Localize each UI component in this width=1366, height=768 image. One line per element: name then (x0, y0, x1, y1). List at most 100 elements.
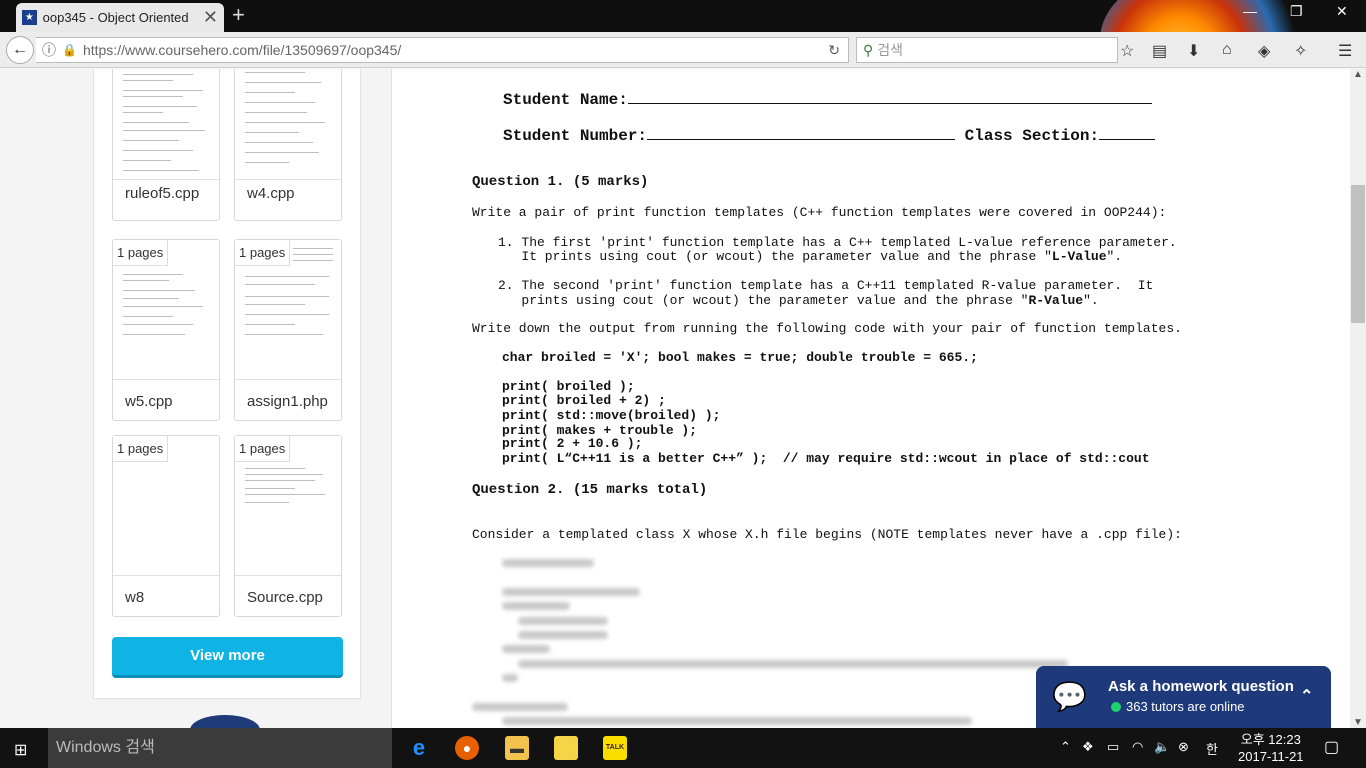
page-content: ruleof5.cpp w4.cpp 1 pages w5.cpp 1 page… (0, 69, 1350, 728)
scroll-down-icon[interactable]: ▼ (1353, 717, 1363, 728)
blank-line (627, 90, 1152, 104)
url-text: https://www.coursehero.com/file/13509697… (82, 42, 402, 58)
edge-browser-icon[interactable]: e (407, 736, 431, 760)
sticky-notes-icon[interactable] (554, 736, 578, 760)
online-status-dot (1111, 702, 1121, 712)
question-2-intro: Consider a templated class X whose X.h f… (472, 527, 1182, 542)
doc-card-w8[interactable]: 1 pages w8 (112, 435, 220, 617)
download-icon[interactable]: ⬇ (1187, 41, 1200, 61)
code-line: print( 2 + 10.6 ); (502, 436, 643, 451)
lock-icon: 🔒 (62, 43, 77, 57)
search-icon: ⚲ (863, 41, 874, 58)
doc-name: w5.cpp (125, 393, 173, 410)
write-down-instruction: Write down the output from running the f… (472, 321, 1182, 336)
item-1-line-2: It prints using cout (or wcout) the para… (498, 250, 1122, 264)
question-1-heading: Question 1. (5 marks) (472, 174, 649, 190)
page-count-badge: 1 pages (113, 436, 169, 462)
doc-name: ruleof5.cpp (125, 185, 200, 202)
extension-icon[interactable]: ✧ (1294, 41, 1307, 61)
item-2-line-1: 2. The second 'print' function template … (498, 278, 1154, 293)
doc-card-w5[interactable]: 1 pages w5.cpp (112, 239, 220, 421)
firefox-icon[interactable]: ● (455, 736, 479, 760)
new-tab-icon[interactable]: + (232, 2, 245, 28)
search-placeholder: 검색 (877, 42, 904, 58)
code-line: print( broiled ); (502, 379, 635, 394)
windows-start-icon[interactable]: ⊞ (14, 740, 27, 760)
home-icon[interactable]: ⌂ (1222, 41, 1232, 59)
blank-line (647, 126, 956, 140)
blank-line (1099, 126, 1156, 140)
bookmark-star-icon[interactable]: ☆ (1120, 41, 1134, 61)
ask-homework-chat-widget[interactable]: 💬 Ask a homework question 363 tutors are… (1036, 666, 1331, 728)
korean-ime-icon[interactable]: 한 (1206, 739, 1218, 758)
scrollbar-thumb[interactable] (1351, 185, 1365, 323)
search-input[interactable]: ⚲ 검색 (856, 37, 1118, 63)
student-name-line: Student Name: (503, 90, 1152, 109)
doc-name: assign1.php (247, 393, 328, 410)
close-window-icon[interactable]: ✕ (1336, 3, 1348, 20)
windows-taskbar: ⊞ Windows 검색 e ● ▬ TALK ⌃ ❖ ▭ ◠ 🔈 ⊗ 한 오후… (0, 728, 1366, 768)
restore-icon[interactable]: ❐ (1290, 3, 1303, 20)
system-clock[interactable]: 오후 12:23 2017-11-21 (1238, 731, 1304, 765)
action-center-icon[interactable]: ▢ (1324, 737, 1339, 757)
student-name-label: Student Name: (503, 91, 628, 109)
clock-date: 2017-11-21 (1238, 749, 1304, 764)
student-number-label: Student Number: (503, 127, 648, 145)
info-icon[interactable]: ⓘ (42, 40, 56, 60)
item-1-line-1: 1. The first 'print' function template h… (498, 235, 1177, 250)
l-value-phrase: L-Value (1051, 249, 1107, 264)
back-arrow-icon[interactable]: ← (6, 36, 34, 64)
doc-card-assign1[interactable]: 1 pages assign1.php (234, 239, 342, 421)
scroll-up-icon[interactable]: ▲ (1353, 69, 1363, 80)
student-number-line: Student Number: Class Section: (503, 126, 1156, 145)
item-2-end: ". (1083, 293, 1099, 308)
browser-nav-bar: ← ⓘ 🔒 https://www.coursehero.com/file/13… (0, 32, 1366, 68)
page-count-badge: 1 pages (235, 436, 291, 462)
code-line: print( broiled + 2) ; (502, 393, 666, 408)
question-2-heading: Question 2. (15 marks total) (472, 482, 708, 498)
tray-expand-icon[interactable]: ⌃ (1060, 739, 1071, 755)
volume-icon[interactable]: 🔈 (1154, 739, 1170, 755)
page-scrollbar[interactable]: ▲ ▼ (1350, 69, 1366, 728)
reading-list-icon[interactable]: ▤ (1152, 41, 1167, 61)
page-count-badge: 1 pages (113, 240, 169, 266)
doc-thumbnail (113, 69, 219, 180)
doc-card-w4[interactable]: w4.cpp (234, 69, 342, 221)
question-1-intro: Write a pair of print function templates… (472, 205, 1167, 220)
taskbar-search-input[interactable]: Windows 검색 (48, 728, 392, 768)
page-count-badge: 1 pages (235, 240, 291, 266)
chat-bubble-icon: 💬 (1052, 681, 1087, 712)
reload-icon[interactable]: ↻ (828, 42, 840, 59)
item-2-line-2: prints using cout (or wcout) the paramet… (498, 293, 1099, 308)
item-1-end: ". (1106, 249, 1123, 264)
coursehero-favicon-icon: ★ (22, 10, 37, 25)
kakaotalk-icon[interactable]: TALK (603, 736, 627, 760)
address-bar[interactable]: ⓘ 🔒 https://www.coursehero.com/file/1350… (36, 37, 849, 63)
minimize-icon[interactable]: — (1243, 3, 1257, 19)
view-more-button[interactable]: View more (112, 637, 343, 678)
close-tab-icon[interactable]: ✕ (203, 7, 218, 28)
notification-block-icon[interactable]: ⊗ (1178, 739, 1189, 755)
pocket-icon[interactable]: ◈ (1258, 41, 1270, 61)
doc-name: Source.cpp (247, 589, 323, 606)
item-2-text: prints using cout (or wcout) the paramet… (498, 293, 1029, 308)
chat-title: Ask a homework question (1108, 678, 1294, 695)
file-explorer-icon[interactable]: ▬ (505, 736, 529, 760)
tab-title: oop345 - Object Oriented (42, 10, 189, 25)
class-section-label: Class Section: (964, 127, 1100, 145)
battery-icon[interactable]: ▭ (1107, 739, 1119, 755)
browser-theme-orb (1100, 0, 1300, 32)
code-line: print( std::move(broiled) ); (502, 408, 721, 423)
dropbox-icon[interactable]: ❖ (1082, 739, 1094, 755)
doc-name: w4.cpp (247, 185, 295, 202)
r-value-phrase: R-Value (1028, 293, 1084, 308)
chevron-up-icon[interactable]: ⌃ (1300, 686, 1313, 706)
browser-tab[interactable]: ★ oop345 - Object Oriented ✕ (16, 3, 224, 32)
doc-card-ruleof5[interactable]: ruleof5.cpp (112, 69, 220, 221)
code-declaration: char broiled = 'X'; bool makes = true; d… (502, 350, 978, 365)
wifi-icon[interactable]: ◠ (1132, 739, 1143, 755)
menu-icon[interactable]: ☰ (1338, 41, 1352, 61)
document-preview: Student Name: Student Number: Class Sect… (391, 69, 1350, 728)
browser-tab-bar: ★ oop345 - Object Oriented ✕ + — ❐ ✕ (0, 0, 1366, 32)
doc-card-source[interactable]: 1 pages Source.cpp (234, 435, 342, 617)
